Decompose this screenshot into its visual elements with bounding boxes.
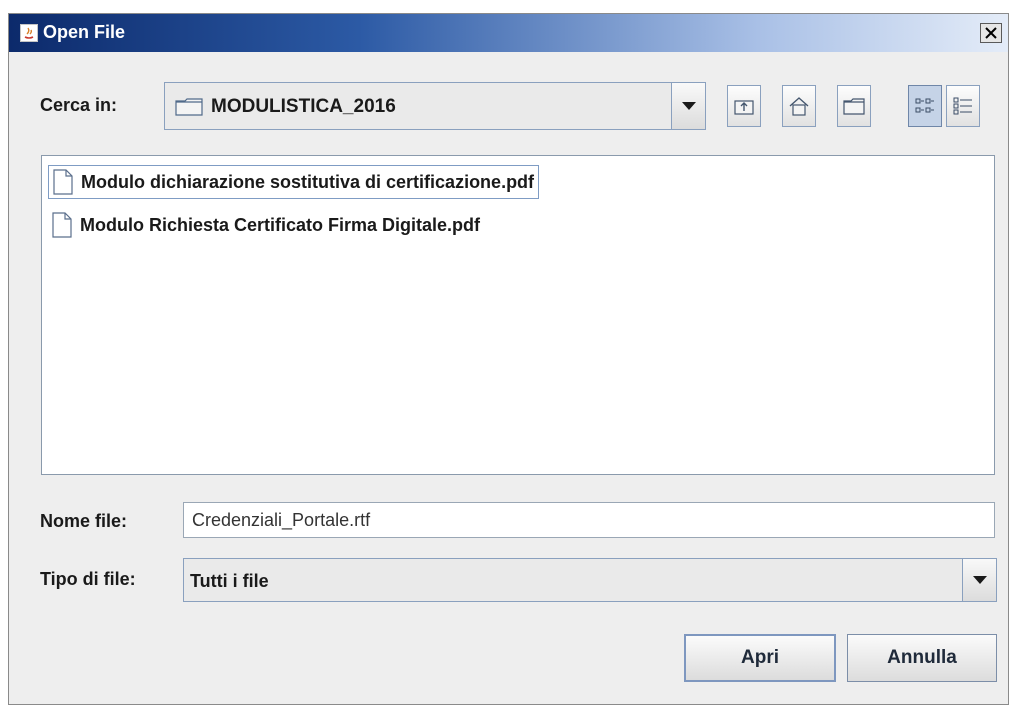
open-file-dialog: Open File Cerca in: MODULISTICA_2016 Mod… (8, 13, 1009, 705)
new-folder-button[interactable] (837, 85, 871, 127)
file-name-input[interactable] (183, 502, 995, 538)
close-icon (985, 27, 997, 39)
new-folder-icon (843, 98, 865, 115)
details-view-icon (953, 97, 972, 115)
home-button[interactable] (782, 85, 816, 127)
home-icon (789, 97, 809, 116)
file-list[interactable]: Modulo dichiarazione sostitutiva di cert… (41, 155, 995, 475)
look-in-label: Cerca in: (40, 95, 118, 115)
file-type-value: Tutti i file (190, 571, 269, 591)
list-view-button[interactable] (908, 85, 942, 127)
file-list-item[interactable]: Modulo dichiarazione sostitutiva di cert… (48, 165, 540, 199)
chevron-down-icon (681, 102, 696, 110)
cancel-button[interactable]: Annulla (847, 634, 997, 682)
look-in-dropdown-button[interactable] (671, 83, 705, 129)
open-button[interactable]: Apri (684, 634, 836, 682)
file-name: Modulo dichiarazione sostitutiva di cert… (81, 171, 535, 192)
file-type-combo[interactable]: Tutti i file (183, 558, 997, 602)
java-app-icon (20, 24, 38, 42)
file-icon (52, 212, 72, 238)
window-title: Open File (43, 22, 126, 42)
list-view-icon (915, 98, 934, 113)
details-view-button[interactable] (946, 85, 980, 127)
folder-icon (175, 98, 203, 116)
close-button[interactable] (980, 23, 1002, 43)
title-bar[interactable]: Open File (9, 14, 1008, 52)
look-in-combo[interactable]: MODULISTICA_2016 (164, 82, 706, 130)
up-one-level-button[interactable] (727, 85, 761, 127)
file-name: Modulo Richiesta Certificato Firma Digit… (80, 214, 481, 235)
chevron-down-icon (972, 576, 987, 584)
look-in-value: MODULISTICA_2016 (211, 96, 396, 117)
file-type-label: Tipo di file: (40, 569, 136, 589)
file-icon (53, 169, 73, 195)
file-type-dropdown-button[interactable] (962, 559, 996, 601)
up-one-level-icon (734, 100, 754, 115)
file-name-label: Nome file: (40, 511, 128, 531)
file-list-item[interactable]: Modulo Richiesta Certificato Firma Digit… (48, 208, 480, 242)
